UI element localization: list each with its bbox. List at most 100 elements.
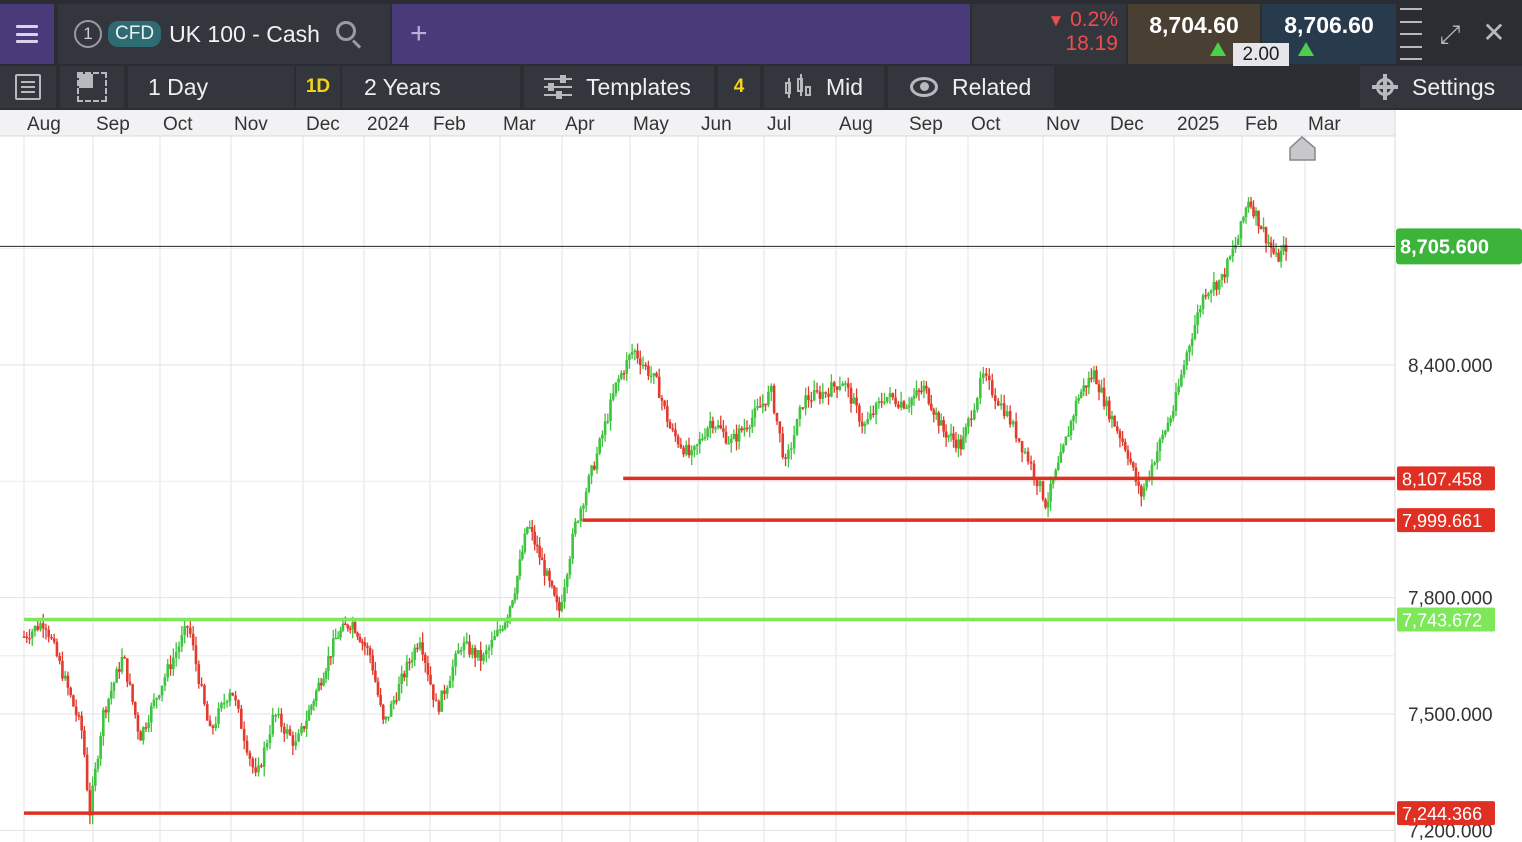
candle-body: [1204, 295, 1208, 297]
candle-body: [649, 375, 653, 378]
candle-body: [693, 446, 696, 451]
candle-body: [1002, 403, 1006, 417]
candle-body: [1069, 420, 1073, 436]
settings-label: Settings: [1412, 73, 1496, 100]
candle-body: [545, 570, 549, 576]
candle-body: [454, 653, 457, 667]
search-icon[interactable]: [334, 19, 364, 49]
candle-body: [574, 521, 577, 534]
settings-button[interactable]: Settings: [1360, 66, 1522, 108]
expand-icon[interactable]: ⤢: [1436, 20, 1464, 48]
candle-body: [622, 373, 626, 375]
candle-body: [22, 636, 26, 638]
candle-body: [927, 388, 931, 404]
candle-body: [1201, 295, 1205, 309]
candle-body: [490, 639, 494, 648]
candle-body: [149, 705, 153, 723]
candle-body: [984, 373, 988, 376]
candle-body: [949, 433, 953, 436]
candle-body: [1110, 415, 1114, 420]
buy-up-arrow-icon: [1298, 42, 1314, 56]
candle-body: [849, 387, 853, 404]
candle-body: [429, 674, 432, 685]
range-dropdown[interactable]: 2 Years: [342, 66, 520, 108]
candle-body: [163, 677, 167, 686]
candle-body: [339, 630, 342, 638]
candle-body: [228, 692, 232, 702]
candle-body: [543, 560, 546, 576]
candle-body: [1067, 435, 1070, 437]
candle-body: [423, 654, 427, 664]
candle-body: [47, 629, 51, 637]
menu-button[interactable]: [0, 4, 54, 64]
candle-body: [611, 393, 615, 400]
candle-body: [668, 421, 672, 429]
candle-body: [329, 656, 333, 658]
candle-body: [684, 444, 688, 455]
candle-body: [666, 406, 669, 422]
candle-body: [493, 635, 496, 640]
instrument-tab[interactable]: 1 CFD UK 100 - Cash: [58, 4, 390, 64]
interval-dropdown[interactable]: 1 Day: [128, 66, 294, 108]
plus-icon[interactable]: +: [410, 19, 428, 49]
candle-body: [625, 360, 629, 374]
candle-body: [462, 642, 466, 651]
change-points: 18.19: [1065, 32, 1118, 55]
range-label: 2 Years: [364, 73, 441, 100]
candle-body: [1267, 242, 1270, 244]
candle-body: [1137, 481, 1140, 486]
candle-body: [568, 558, 572, 575]
candle-body: [1252, 206, 1255, 217]
candle-body: [346, 624, 350, 629]
candle-body: [894, 397, 897, 405]
candle-body: [155, 698, 158, 700]
time-tick-label: Sep: [96, 114, 130, 135]
candle-body: [288, 729, 292, 736]
layout-button[interactable]: [60, 66, 124, 108]
price-tick-label: 8,400.000: [1408, 356, 1493, 377]
price-chart[interactable]: Aug Sep Oct Nov Dec 2024 Feb Mar Apr May Jun Jul Aug…: [0, 110, 1522, 842]
candle-body: [1231, 248, 1235, 257]
candle-body: [503, 622, 507, 629]
candle-body: [1257, 210, 1260, 227]
candle-body: [484, 650, 488, 655]
candle-body: [482, 654, 485, 661]
candle-body: [413, 647, 417, 660]
candle-body: [801, 407, 805, 409]
candle-body: [1272, 247, 1275, 254]
candle-body: [883, 401, 886, 404]
candle-body: [61, 660, 64, 679]
candle-body: [976, 397, 979, 410]
candle-body: [268, 734, 272, 744]
candle-body: [930, 403, 933, 410]
templates-count[interactable]: 4: [718, 66, 760, 108]
trading-chart-window: 1 CFD UK 100 - Cash + ▼ 0.2% 18.19 8,704…: [0, 0, 1522, 842]
list-icon: [15, 74, 41, 100]
candle-body: [408, 661, 411, 664]
candle-body: [587, 475, 591, 492]
candle-body: [277, 713, 280, 716]
candle-body: [644, 364, 647, 367]
candle-body: [844, 383, 847, 385]
candle-body: [280, 713, 283, 727]
candle-body: [609, 399, 612, 421]
candle-body: [525, 527, 529, 534]
interval-badge[interactable]: 1D: [296, 66, 340, 108]
drag-handle-icon[interactable]: [1400, 8, 1422, 60]
price-type-button[interactable]: Mid: [764, 66, 884, 108]
candle-body: [521, 551, 524, 560]
candle-body: [513, 593, 517, 601]
candle-body: [189, 627, 192, 634]
add-instrument-tab[interactable]: +: [392, 4, 970, 64]
watchlist-button[interactable]: [0, 66, 56, 108]
candle-body: [421, 642, 424, 655]
candle-body: [735, 433, 738, 442]
candle-body: [511, 600, 514, 607]
candle-body: [186, 626, 189, 628]
candle-body: [714, 427, 717, 430]
templates-button[interactable]: Templates: [524, 66, 714, 108]
close-icon[interactable]: ✕: [1480, 18, 1508, 48]
candle-body: [451, 666, 455, 681]
related-button[interactable]: Related: [888, 66, 1054, 108]
candle-body: [1105, 400, 1108, 407]
